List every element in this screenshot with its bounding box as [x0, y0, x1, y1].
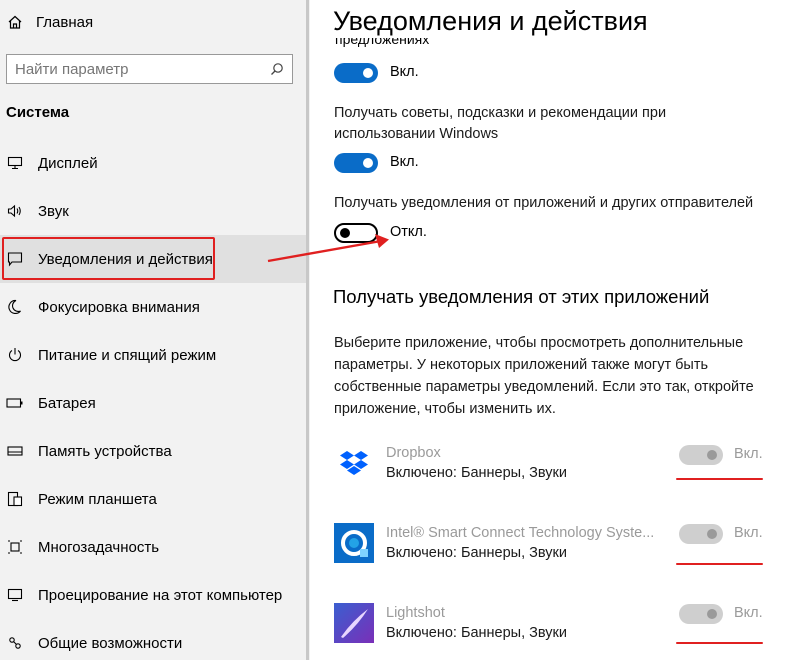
sidebar-item-power[interactable]: Питание и спящий режим [0, 331, 306, 379]
annotation-arrow [267, 234, 389, 263]
sidebar-item-storage[interactable]: Память устройства [0, 427, 306, 475]
app-notifications-setting-label: Получать уведомления от приложений и дру… [334, 195, 754, 211]
app-toggle-dropbox[interactable] [679, 445, 723, 465]
sidebar-item-label: Общие возможности [38, 634, 183, 652]
annotation-underline [676, 478, 763, 480]
annotation-underline [676, 642, 763, 644]
storage-icon [7, 446, 23, 456]
app-toggle-lightshot[interactable] [679, 604, 723, 624]
truncated-setting-text: предложениях [335, 38, 430, 47]
app-status: Включено: Баннеры, Звуки [386, 625, 567, 641]
search-icon[interactable] [270, 62, 284, 76]
toggle-tips-state: Вкл. [390, 154, 419, 170]
sidebar-scrollbar[interactable] [306, 0, 309, 660]
apps-section-description: Выберите приложение, чтобы просмотреть д… [334, 335, 754, 417]
search-input[interactable] [15, 60, 270, 78]
home-link[interactable]: Главная [8, 10, 93, 34]
app-status: Включено: Баннеры, Звуки [386, 545, 567, 561]
app-status: Включено: Баннеры, Звуки [386, 465, 567, 481]
sidebar-item-label: Звук [38, 202, 69, 220]
sidebar-item-focus[interactable]: Фокусировка внимания [0, 283, 306, 331]
sidebar-item-label: Проецирование на этот компьютер [38, 586, 283, 604]
tips-setting-label: Получать советы, подсказки и рекомендаци… [334, 105, 667, 142]
app-toggle-state: Вкл. [734, 446, 763, 462]
section-title: Система [6, 104, 70, 121]
page-title: Уведомления и действия [333, 6, 648, 36]
home-label: Главная [36, 13, 94, 31]
sidebar-item-projecting[interactable]: Проецирование на этот компьютер [0, 571, 306, 619]
multitask-icon [8, 540, 22, 554]
sidebar-item-label: Фокусировка внимания [38, 298, 200, 316]
app-name: Lightshot [386, 605, 445, 621]
home-icon [8, 15, 22, 29]
sidebar-item-battery[interactable]: Батарея [0, 379, 306, 427]
tablet-icon [7, 491, 23, 507]
app-toggle-intel[interactable] [679, 524, 723, 544]
sidebar-item-sound[interactable]: Звук [0, 187, 306, 235]
sidebar-item-label: Режим планшета [38, 490, 157, 508]
intel-icon [334, 523, 374, 563]
dropbox-icon [334, 443, 374, 483]
annotation-highlight-box [2, 237, 215, 280]
sidebar-item-label: Дисплей [38, 154, 98, 172]
sidebar-item-display[interactable]: Дисплей [0, 139, 306, 187]
project-icon [7, 588, 23, 602]
search-box[interactable] [6, 54, 293, 84]
sidebar-item-label: Многозадачность [38, 538, 160, 556]
moon-icon [8, 299, 21, 315]
sidebar-item-tablet[interactable]: Режим планшета [0, 475, 306, 523]
display-icon [7, 156, 23, 170]
sidebar: Главная Система Дисплей Звук Уведомления… [0, 0, 310, 660]
app-toggle-state: Вкл. [734, 605, 763, 621]
app-name: Intel® Smart Connect Technology Syste... [386, 525, 655, 541]
apps-section-heading: Получать уведомления от этих приложений [333, 286, 710, 307]
battery-icon [6, 398, 23, 408]
toggle-suggestions[interactable] [334, 63, 378, 83]
lightshot-icon [334, 603, 374, 643]
toggle-tips[interactable] [334, 153, 378, 173]
sidebar-item-label: Память устройства [38, 442, 172, 460]
sidebar-item-label: Питание и спящий режим [38, 346, 217, 364]
app-toggle-state: Вкл. [734, 525, 763, 541]
sidebar-item-multitasking[interactable]: Многозадачность [0, 523, 306, 571]
sidebar-item-label: Батарея [38, 394, 96, 412]
share-icon [9, 637, 21, 649]
speaker-icon [7, 204, 21, 218]
annotation-underline [676, 563, 763, 565]
power-icon [8, 348, 22, 362]
toggle-app-notifications-state: Откл. [390, 224, 427, 240]
toggle-suggestions-state: Вкл. [390, 64, 419, 80]
app-name: Dropbox [386, 445, 441, 461]
